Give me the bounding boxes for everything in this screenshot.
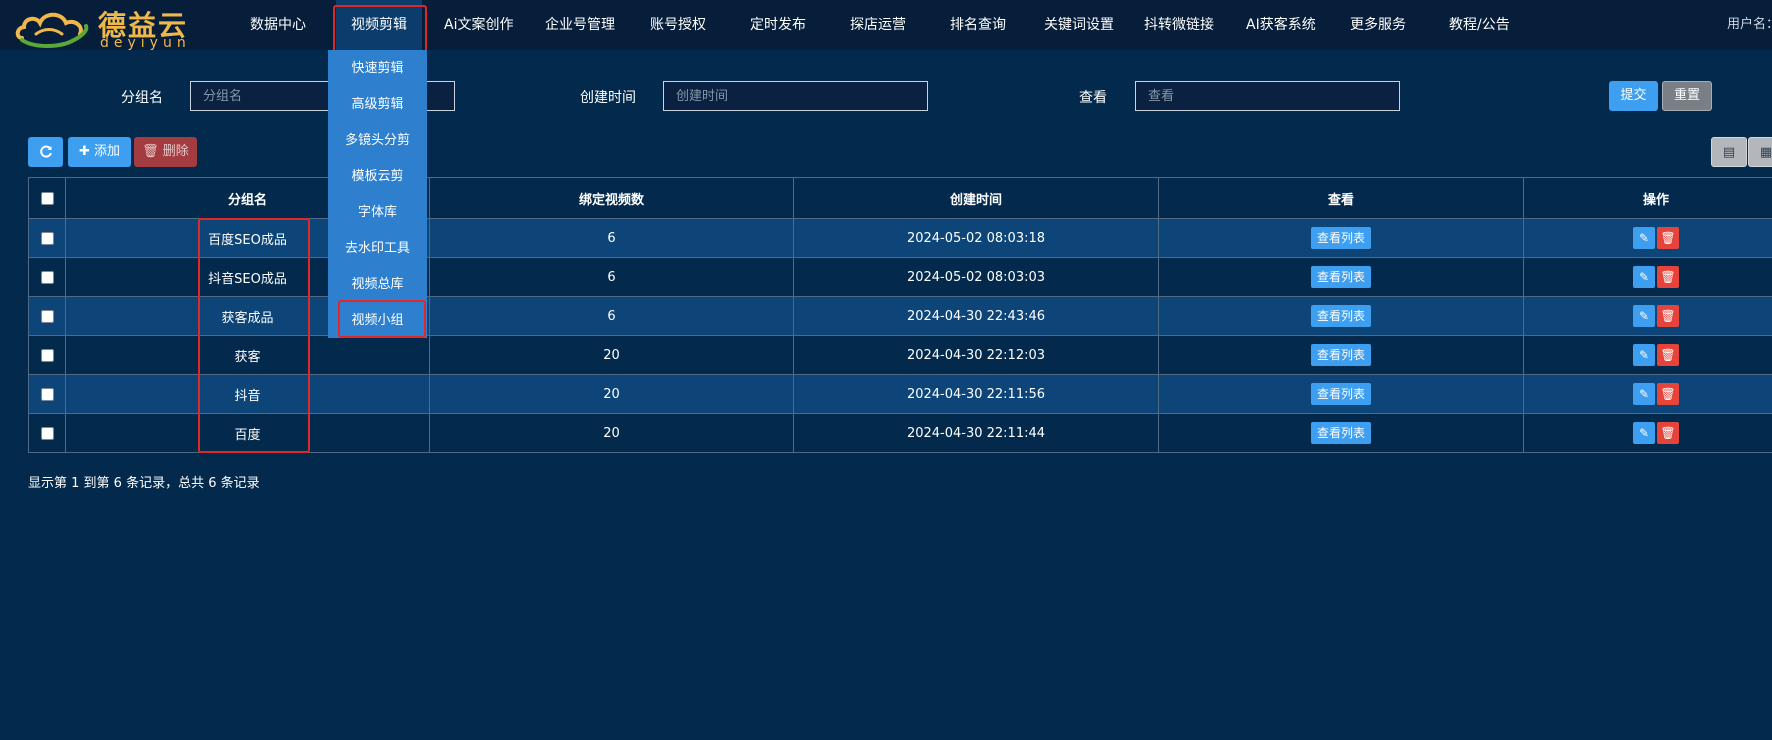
nav-item-ranking-query[interactable]: 排名查询: [950, 0, 1006, 50]
table-row: 百度SEO成品 6 2024-05-02 08:03:18 查看列表 ✎ 🗑: [28, 218, 1772, 258]
logo[interactable]: 德益云 deyiyun: [14, 4, 204, 51]
created-time-cell: 2024-04-30 22:11:56: [793, 374, 1159, 414]
view-list-button[interactable]: 查看列表: [1310, 344, 1371, 366]
dropdown-item-quick-edit[interactable]: 快速剪辑: [328, 51, 427, 87]
table-row: 百度 20 2024-04-30 22:11:44 查看列表 ✎ 🗑: [28, 413, 1772, 453]
nav-item-data-center[interactable]: 数据中心: [250, 0, 306, 50]
column-header-video-count[interactable]: 绑定视频数: [429, 177, 794, 219]
grid-view-icon: ▦: [1759, 145, 1772, 160]
trash-icon[interactable]: 🗑: [1657, 422, 1679, 444]
table-row: 抖音 20 2024-04-30 22:11:56 查看列表 ✎ 🗑: [28, 374, 1772, 414]
video-count-cell: 20: [429, 335, 794, 375]
group-name-label: 分组名: [121, 90, 163, 106]
edit-pencil-icon[interactable]: ✎: [1633, 266, 1655, 288]
cloud-logo-icon: [15, 12, 89, 48]
video-count-cell: 6: [429, 296, 794, 336]
column-header-created-time[interactable]: 创建时间: [793, 177, 1159, 219]
edit-pencil-icon[interactable]: ✎: [1633, 227, 1655, 249]
nav-item-store-visit-ops[interactable]: 探店运营: [850, 0, 906, 50]
created-time-label: 创建时间: [580, 90, 636, 106]
created-time-cell: 2024-04-30 22:12:03: [793, 335, 1159, 375]
view-input[interactable]: [1135, 81, 1400, 111]
list-view-icon: ▤: [1722, 145, 1736, 160]
created-time-cell: 2024-04-30 22:11:44: [793, 413, 1159, 453]
created-time-cell: 2024-05-02 08:03:18: [793, 218, 1159, 258]
column-header-actions: 操作: [1523, 177, 1772, 219]
created-time-cell: 2024-05-02 08:03:03: [793, 257, 1159, 297]
row-checkbox[interactable]: [40, 270, 54, 284]
edit-pencil-icon[interactable]: ✎: [1633, 344, 1655, 366]
group-name-cell: 百度: [65, 413, 430, 453]
view-list-button[interactable]: 查看列表: [1310, 266, 1371, 288]
dropdown-item-template-cloud-edit[interactable]: 模板云剪: [328, 159, 427, 195]
nav-item-ai-lead-system[interactable]: AI获客系统: [1246, 0, 1316, 50]
view-list-button[interactable]: 查看列表: [1310, 305, 1371, 327]
table-row: 抖音SEO成品 6 2024-05-02 08:03:03 查看列表 ✎ 🗑: [28, 257, 1772, 297]
table-row: 获客成品 6 2024-04-30 22:43:46 查看列表 ✎ 🗑: [28, 296, 1772, 336]
nav-item-video-editing[interactable]: 视频剪辑: [336, 0, 422, 50]
refresh-icon: [39, 145, 52, 157]
dropdown-item-video-group[interactable]: 视频小组: [328, 303, 427, 339]
add-button[interactable]: ✚ 添加: [68, 137, 131, 167]
created-time-input[interactable]: [663, 81, 928, 111]
nav-item-enterprise-account[interactable]: 企业号管理: [545, 0, 615, 50]
created-time-cell: 2024-04-30 22:43:46: [793, 296, 1159, 336]
row-checkbox[interactable]: [40, 231, 54, 245]
nav-item-keyword-settings[interactable]: 关键词设置: [1044, 0, 1114, 50]
pagination-summary: 显示第 1 到第 6 条记录，总共 6 条记录: [28, 476, 260, 491]
view-list-button[interactable]: 查看列表: [1310, 422, 1371, 444]
delete-button[interactable]: 🗑 删除: [134, 137, 197, 167]
nav-item-tutorials-announcements[interactable]: 教程/公告: [1449, 0, 1510, 50]
row-checkbox[interactable]: [40, 309, 54, 323]
video-count-cell: 6: [429, 218, 794, 258]
group-name-cell: 获客: [65, 335, 430, 375]
column-header-view[interactable]: 查看: [1158, 177, 1524, 219]
group-name-cell: 抖音: [65, 374, 430, 414]
edit-pencil-icon[interactable]: ✎: [1633, 383, 1655, 405]
dropdown-item-video-library[interactable]: 视频总库: [328, 267, 427, 303]
trash-icon[interactable]: 🗑: [1657, 266, 1679, 288]
table-row: 获客 20 2024-04-30 22:12:03 查看列表 ✎ 🗑: [28, 335, 1772, 375]
nav-item-more-services[interactable]: 更多服务: [1350, 0, 1406, 50]
select-all-cell: [28, 177, 66, 219]
top-navbar: 德益云 deyiyun 数据中心 视频剪辑 Ai文案创作 企业号管理 账号授权 …: [0, 0, 1772, 51]
dropdown-item-watermark-remover[interactable]: 去水印工具: [328, 231, 427, 267]
nav-item-ai-copywriting[interactable]: Ai文案创作: [444, 0, 513, 50]
edit-pencil-icon[interactable]: ✎: [1633, 305, 1655, 327]
trash-icon[interactable]: 🗑: [1657, 344, 1679, 366]
refresh-button[interactable]: [28, 137, 63, 167]
list-view-toggle[interactable]: ▤: [1711, 137, 1747, 167]
reset-button[interactable]: 重置: [1662, 81, 1712, 111]
nav-item-account-authorization[interactable]: 账号授权: [650, 0, 706, 50]
nav-item-douyin-wechat-link[interactable]: 抖转微链接: [1144, 0, 1214, 50]
row-checkbox[interactable]: [40, 426, 54, 440]
table-header-row: 分组名 绑定视频数 创建时间 查看 操作: [28, 177, 1772, 219]
row-checkbox[interactable]: [40, 387, 54, 401]
view-list-button[interactable]: 查看列表: [1310, 383, 1371, 405]
video-count-cell: 6: [429, 257, 794, 297]
user-label[interactable]: 用户名：: [1727, 0, 1772, 50]
video-editing-dropdown-menu: 快速剪辑 高级剪辑 多镜头分剪 模板云剪 字体库 去水印工具 视频总库 视频小组: [328, 50, 427, 338]
view-label: 查看: [1079, 90, 1107, 106]
trash-icon[interactable]: 🗑: [1657, 383, 1679, 405]
trash-icon[interactable]: 🗑: [1657, 305, 1679, 327]
video-count-cell: 20: [429, 413, 794, 453]
submit-button[interactable]: 提交: [1609, 81, 1658, 111]
view-list-button[interactable]: 查看列表: [1310, 227, 1371, 249]
grid-view-toggle[interactable]: ▦: [1748, 137, 1772, 167]
dropdown-item-font-library[interactable]: 字体库: [328, 195, 427, 231]
logo-text-en: deyiyun: [100, 35, 191, 51]
row-checkbox[interactable]: [40, 348, 54, 362]
video-group-table: 分组名 绑定视频数 创建时间 查看 操作 百度SEO成品 6 2024-05-0…: [28, 177, 1772, 453]
dropdown-item-multi-camera-split[interactable]: 多镜头分剪: [328, 123, 427, 159]
edit-pencil-icon[interactable]: ✎: [1633, 422, 1655, 444]
video-count-cell: 20: [429, 374, 794, 414]
select-all-checkbox[interactable]: [40, 191, 54, 205]
dropdown-item-advanced-edit[interactable]: 高级剪辑: [328, 87, 427, 123]
nav-item-scheduled-publish[interactable]: 定时发布: [750, 0, 806, 50]
trash-icon[interactable]: 🗑: [1657, 227, 1679, 249]
